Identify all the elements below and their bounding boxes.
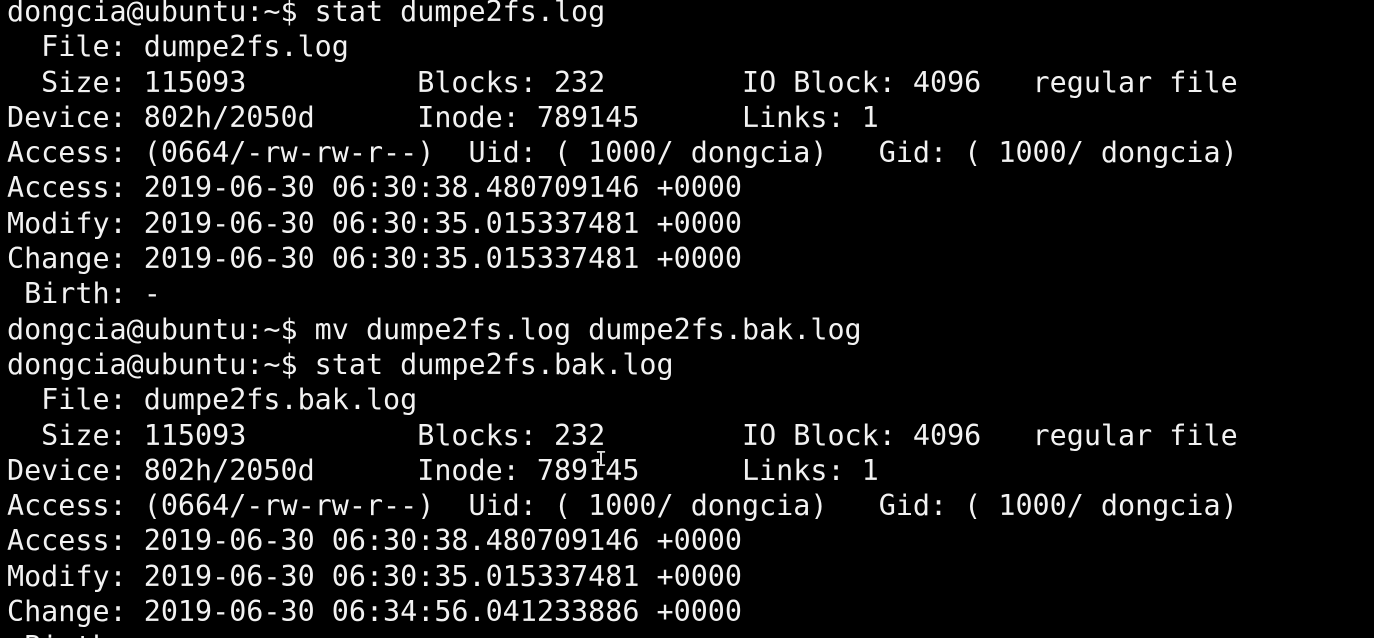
terminal-output-line: Modify: 2019-06-30 06:30:35.015337481 +0… (7, 206, 742, 240)
terminal-output-line: Device: 802h/2050d Inode: 789145 Links: … (7, 100, 879, 134)
terminal-output: dongcia@ubuntu:~$ stat dumpe2fs.log File… (7, 0, 1374, 638)
terminal-output-line: Access: 2019-06-30 06:30:38.480709146 +0… (7, 524, 742, 558)
terminal-output-line: Access: (0664/-rw-rw-r--) Uid: ( 1000/ d… (7, 136, 1238, 170)
terminal-output-line: File: dumpe2fs.bak.log (7, 383, 418, 417)
terminal-output-line: Device: 802h/2050d Inode: 789145 Links: … (7, 453, 879, 487)
terminal-output-line: Access: 2019-06-30 06:30:38.480709146 +0… (7, 171, 742, 205)
terminal-output-line: Change: 2019-06-30 06:30:35.015337481 +0… (7, 242, 742, 276)
terminal-output-line: Birth: - (7, 277, 161, 311)
terminal-output-line: Size: 115093 Blocks: 232 IO Block: 4096 … (7, 65, 1238, 99)
terminal-prompt-line: dongcia@ubuntu:~$ stat dumpe2fs.log (7, 0, 606, 28)
terminal-output-line: Size: 115093 Blocks: 232 IO Block: 4096 … (7, 418, 1238, 452)
terminal-output-line: File: dumpe2fs.log (7, 30, 349, 64)
terminal-output-line: Modify: 2019-06-30 06:30:35.015337481 +0… (7, 559, 742, 593)
text-ibeam-cursor-icon: I (595, 447, 608, 471)
terminal-output-line: Birth: - (7, 629, 1374, 638)
terminal-prompt-line: dongcia@ubuntu:~$ stat dumpe2fs.bak.log (7, 347, 674, 381)
terminal-window[interactable]: dongcia@ubuntu:~$ stat dumpe2fs.log File… (0, 0, 1374, 638)
terminal-prompt-line: dongcia@ubuntu:~$ mv dumpe2fs.log dumpe2… (7, 312, 862, 346)
terminal-output-line: Change: 2019-06-30 06:34:56.041233886 +0… (7, 595, 742, 629)
terminal-output-line: Access: (0664/-rw-rw-r--) Uid: ( 1000/ d… (7, 489, 1238, 523)
